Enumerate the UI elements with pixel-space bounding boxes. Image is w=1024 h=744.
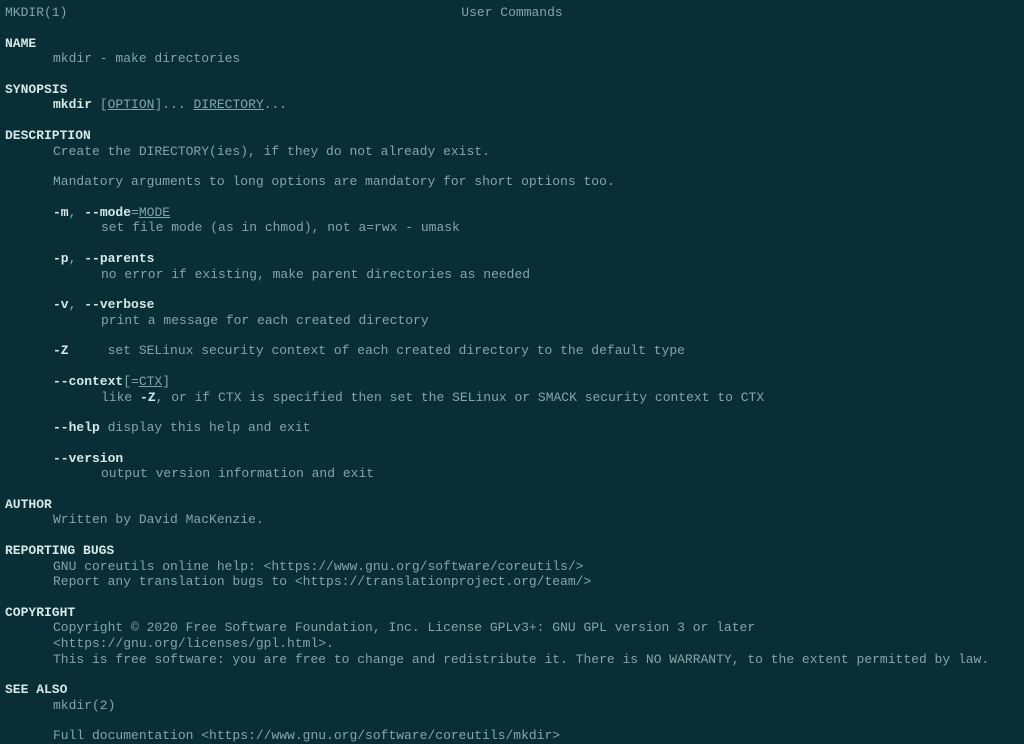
bugs-l2: Report any translation bugs to <https://… bbox=[53, 574, 1019, 590]
section-bugs-heading: REPORTING BUGS bbox=[5, 543, 1019, 559]
option-context-desc-bold: -Z bbox=[140, 390, 156, 405]
option-parents: -p, --parents bbox=[53, 251, 1019, 267]
option-context-flag: --context bbox=[53, 374, 123, 389]
option-verbose: -v, --verbose bbox=[53, 297, 1019, 313]
option-context-desc: like -Z, or if CTX is specified then set… bbox=[101, 390, 1019, 406]
seealso-l2: Full documentation <https://www.gnu.org/… bbox=[53, 728, 1019, 744]
description-p1: Create the DIRECTORY(ies), if they do no… bbox=[53, 144, 1019, 160]
option-context-rb: ] bbox=[162, 374, 170, 389]
option-context-lb: [= bbox=[123, 374, 139, 389]
option-context-arg: CTX bbox=[139, 374, 162, 389]
option-parents-long: --parents bbox=[84, 251, 154, 266]
option-mode-desc: set file mode (as in chmod), not a=rwx -… bbox=[101, 220, 1019, 236]
option-version-desc: output version information and exit bbox=[101, 466, 1019, 482]
synopsis-cmd: mkdir bbox=[53, 97, 92, 112]
synopsis-post-option: ... bbox=[162, 97, 193, 112]
option-version-flag: --version bbox=[53, 451, 123, 466]
option-mode-eq: = bbox=[131, 205, 139, 220]
option-mode-sep: , bbox=[69, 205, 85, 220]
option-mode-short: -m bbox=[53, 205, 69, 220]
option-verbose-short: -v bbox=[53, 297, 69, 312]
section-copyright-heading: COPYRIGHT bbox=[5, 605, 1019, 621]
man-page[interactable]: MKDIR(1) User Commands NAME mkdir - make… bbox=[5, 5, 1019, 744]
man-header-left: MKDIR(1) bbox=[5, 5, 67, 21]
section-seealso-heading: SEE ALSO bbox=[5, 682, 1019, 698]
option-version: --version bbox=[53, 451, 1019, 467]
author-text: Written by David MacKenzie. bbox=[53, 512, 1019, 528]
option-z: -Z set SELinux security context of each … bbox=[53, 343, 1019, 359]
option-z-desc: set SELinux security context of each cre… bbox=[108, 343, 685, 358]
option-verbose-desc: print a message for each created directo… bbox=[101, 313, 1019, 329]
option-mode-long: --mode bbox=[84, 205, 131, 220]
description-p2: Mandatory arguments to long options are … bbox=[53, 174, 1019, 190]
option-parents-short: -p bbox=[53, 251, 69, 266]
copyright-l1: Copyright © 2020 Free Software Foundatio… bbox=[53, 620, 1019, 651]
option-mode: -m, --mode=MODE bbox=[53, 205, 1019, 221]
synopsis-directory: DIRECTORY bbox=[193, 97, 263, 112]
section-name-heading: NAME bbox=[5, 36, 1019, 52]
option-verbose-long: --verbose bbox=[84, 297, 154, 312]
option-help-flag: --help bbox=[53, 420, 100, 435]
name-text: mkdir - make directories bbox=[53, 51, 1019, 67]
option-verbose-sep: , bbox=[69, 297, 85, 312]
option-mode-arg: MODE bbox=[139, 205, 170, 220]
copyright-l2: This is free software: you are free to c… bbox=[53, 652, 1019, 668]
bugs-l1: GNU coreutils online help: <https://www.… bbox=[53, 559, 1019, 575]
section-description-heading: DESCRIPTION bbox=[5, 128, 1019, 144]
option-context-desc-pre: like bbox=[101, 390, 140, 405]
synopsis-option: OPTION bbox=[108, 97, 155, 112]
man-header-center: User Commands bbox=[461, 5, 562, 21]
synopsis-line: mkdir [OPTION]... DIRECTORY... bbox=[53, 97, 1019, 113]
option-z-flag: -Z bbox=[53, 343, 69, 358]
section-synopsis-heading: SYNOPSIS bbox=[5, 82, 1019, 98]
option-help: --help display this help and exit bbox=[53, 420, 1019, 436]
option-parents-desc: no error if existing, make parent direct… bbox=[101, 267, 1019, 283]
option-help-desc: display this help and exit bbox=[100, 420, 311, 435]
option-parents-sep: , bbox=[69, 251, 85, 266]
seealso-l1: mkdir(2) bbox=[53, 698, 1019, 714]
option-context-desc-post: , or if CTX is specified then set the SE… bbox=[156, 390, 765, 405]
option-context: --context[=CTX] bbox=[53, 374, 1019, 390]
man-header: MKDIR(1) User Commands bbox=[5, 5, 1019, 21]
option-z-spacer bbox=[69, 343, 108, 358]
synopsis-post-directory: ... bbox=[264, 97, 287, 112]
section-author-heading: AUTHOR bbox=[5, 497, 1019, 513]
